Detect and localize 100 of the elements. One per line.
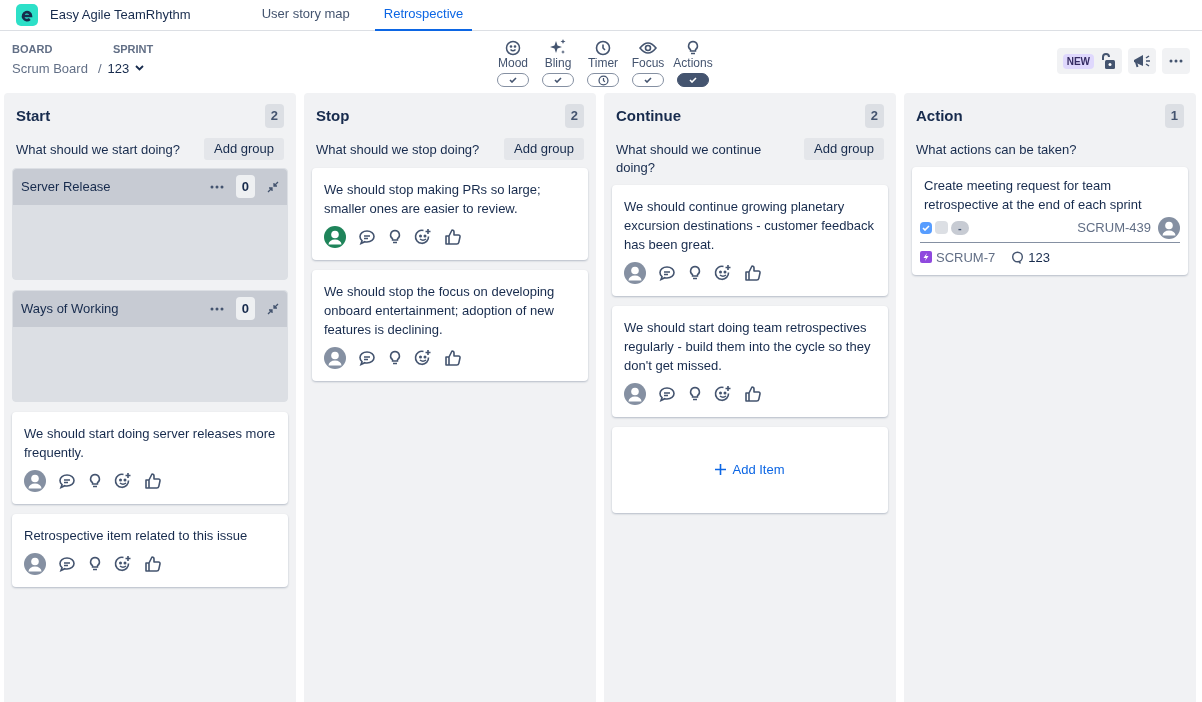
lightbulb-icon — [686, 40, 700, 56]
item-count: 2 — [864, 104, 884, 128]
card-text: We should start doing server releases more frequently. — [24, 424, 276, 462]
retro-card[interactable]: We should start doing team retrospectives regularly - build them into the cycle so they don't get missed. — [612, 305, 888, 417]
unlocked-padlock-icon — [1100, 52, 1116, 70]
retro-card[interactable]: We should stop the focus on developing onboard entertainment; adoption of new features is declining. — [312, 269, 588, 381]
card-text: We should stop the focus on developing onboard entertainment; adoption of new features is declining. — [324, 282, 556, 339]
checkbox[interactable] — [920, 221, 932, 234]
check-icon — [922, 224, 930, 231]
retro-card[interactable]: We should stop making PRs so large; smaller ones are easier to review. — [312, 167, 588, 260]
card-text: We should stop making PRs so large; smaller ones are easier to review. — [324, 180, 542, 218]
more-icon[interactable] — [209, 306, 224, 311]
add-reaction-icon[interactable] — [414, 227, 432, 246]
group-count: 0 — [235, 296, 255, 321]
breadcrumb-separator: / — [97, 59, 102, 78]
group-count: 0 — [235, 174, 255, 199]
thumbs-up-icon[interactable] — [744, 384, 762, 403]
app-name: Easy Agile TeamRhythm — [50, 6, 191, 25]
avatar-icon[interactable] — [324, 346, 346, 369]
comment-icon[interactable] — [58, 555, 76, 572]
check-icon — [554, 77, 562, 83]
sprint-dropdown[interactable]: 123 — [107, 58, 145, 78]
collapse-icon[interactable] — [267, 302, 279, 315]
avatar-icon[interactable] — [24, 552, 46, 575]
toggle-label: Mood — [498, 56, 528, 71]
check-icon — [689, 77, 697, 83]
plus-icon — [715, 464, 727, 475]
clock-icon — [597, 74, 609, 86]
add-group-button[interactable]: Add group — [504, 137, 584, 160]
status-lozenge[interactable]: - — [951, 220, 969, 235]
more-icon — [1169, 59, 1183, 63]
retro-card[interactable]: Retrospective item related to this issue — [12, 513, 288, 587]
comment-icon[interactable] — [658, 385, 676, 402]
app-logo-icon — [16, 4, 38, 26]
column-title: Stop — [316, 105, 350, 126]
toggle-label: Bling — [544, 56, 572, 71]
clock-icon — [595, 40, 611, 56]
lock-button[interactable]: NEW — [1056, 48, 1122, 74]
add-group-button[interactable]: Add group — [804, 137, 884, 160]
group-title: Ways of Working — [21, 299, 120, 318]
toggle-switch[interactable] — [542, 73, 574, 87]
sprint-label: SPRINT — [112, 42, 154, 57]
thumbs-up-icon[interactable] — [144, 471, 162, 490]
idea-icon[interactable] — [88, 472, 102, 489]
avatar-icon[interactable] — [24, 469, 46, 492]
parent-issue-key[interactable]: SCRUM-7 — [936, 247, 996, 267]
card-text: We should continue growing planetary excursion destinations - customer feedback has been great. — [624, 197, 875, 254]
idea-icon[interactable] — [88, 555, 102, 572]
board-name[interactable]: Scrum Board — [12, 58, 88, 78]
thumbs-up-icon[interactable] — [444, 348, 462, 367]
comment-icon[interactable] — [358, 228, 376, 245]
idea-icon[interactable] — [388, 228, 402, 245]
card-text: Retrospective item related to this issue — [24, 526, 249, 545]
card-text: Create meeting request for team retrospective at the end of each sprint — [923, 176, 1143, 214]
toggle-switch[interactable] — [587, 73, 619, 87]
item-count: 2 — [564, 104, 584, 128]
retro-card[interactable]: We should continue growing planetary excursion destinations - customer feedback has been great. — [612, 184, 888, 296]
idea-icon[interactable] — [688, 385, 702, 402]
retro-card[interactable]: We should start doing server releases more frequently. — [12, 411, 288, 504]
smiley-icon — [505, 40, 521, 56]
check-icon — [509, 77, 517, 83]
add-group-button[interactable]: Add group — [204, 137, 284, 160]
column-title: Continue — [616, 105, 681, 126]
placeholder-chip — [935, 221, 948, 234]
column-prompt: What should we stop doing? — [316, 140, 480, 159]
comment-icon[interactable] — [58, 472, 76, 489]
chevron-down-icon — [135, 65, 145, 72]
toggle-label: Actions — [673, 56, 713, 71]
add-reaction-icon[interactable] — [414, 348, 432, 367]
action-card[interactable]: Create meeting request for team retrospective at the end of each sprint - SCRUM-439 SCRUM-7 123 — [912, 166, 1188, 275]
avatar-icon[interactable] — [624, 382, 646, 405]
collapse-icon[interactable] — [267, 180, 279, 193]
thumbs-up-icon[interactable] — [444, 227, 462, 246]
add-reaction-icon[interactable] — [714, 263, 732, 282]
tab[interactable]: Retrospective — [374, 0, 473, 31]
add-reaction-icon[interactable] — [114, 471, 132, 490]
add-reaction-icon[interactable] — [714, 384, 732, 403]
toggle-switch[interactable] — [632, 73, 664, 87]
idea-icon[interactable] — [388, 349, 402, 366]
avatar-icon[interactable] — [324, 225, 346, 248]
avatar-icon[interactable] — [1158, 216, 1180, 239]
card-text: We should start doing team retrospectives regularly - build them into the cycle so they don't get missed. — [624, 318, 872, 375]
toggle-switch[interactable] — [677, 73, 709, 87]
idea-icon[interactable] — [688, 264, 702, 281]
thumbs-up-icon[interactable] — [744, 263, 762, 282]
comment-icon[interactable] — [358, 349, 376, 366]
check-icon — [644, 77, 652, 83]
item-count: 1 — [1164, 104, 1184, 128]
add-item-button[interactable]: Add Item — [612, 426, 888, 513]
comment-icon[interactable] — [658, 264, 676, 281]
announcement-button[interactable] — [1128, 48, 1156, 74]
more-icon[interactable] — [209, 184, 224, 189]
tab[interactable]: User story map — [252, 0, 359, 31]
new-badge: NEW — [1062, 53, 1094, 69]
toggle-switch[interactable] — [497, 73, 529, 87]
add-reaction-icon[interactable] — [114, 554, 132, 573]
avatar-icon[interactable] — [624, 261, 646, 284]
issue-key[interactable]: SCRUM-439 — [1077, 217, 1151, 238]
thumbs-up-icon[interactable] — [144, 554, 162, 573]
board-label: BOARD — [12, 42, 54, 57]
